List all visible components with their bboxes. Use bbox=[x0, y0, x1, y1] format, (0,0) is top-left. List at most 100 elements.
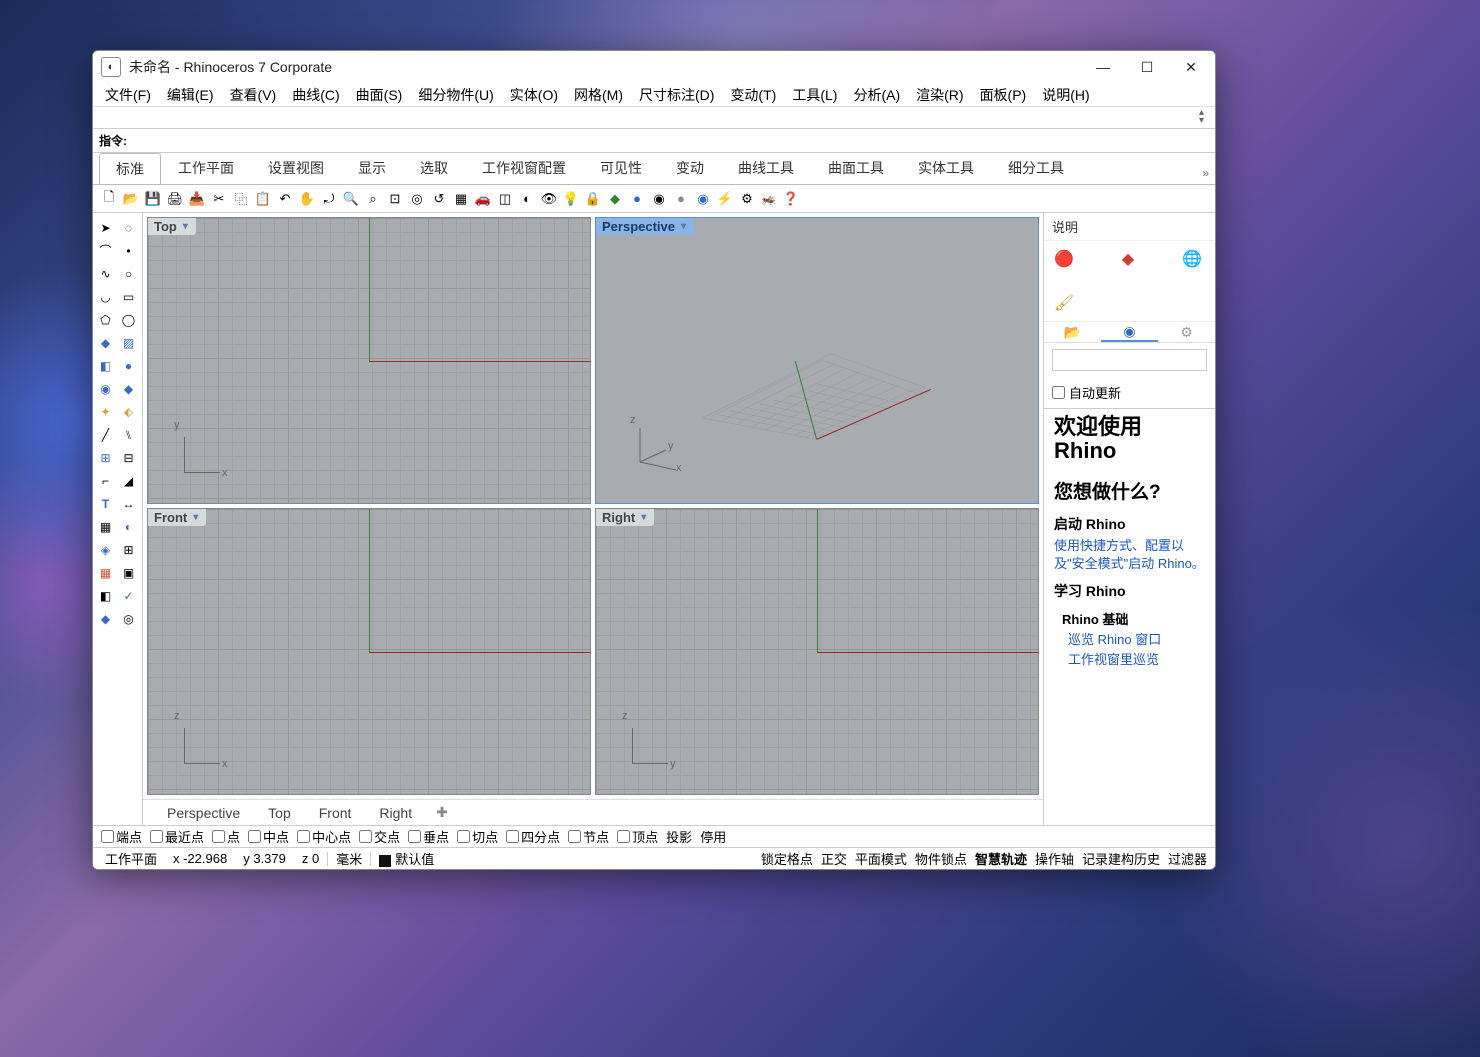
mirror-icon[interactable]: ◐ bbox=[118, 516, 139, 537]
menu-dimension[interactable]: 尺寸标注(D) bbox=[631, 83, 722, 107]
toggle-gridsnap[interactable]: 锁定格点 bbox=[757, 849, 817, 868]
cut-icon[interactable]: ✂ bbox=[209, 189, 229, 209]
osnap-point[interactable]: 点 bbox=[212, 827, 240, 846]
menu-transform[interactable]: 变动(T) bbox=[722, 83, 784, 107]
osnap-knot[interactable]: 节点 bbox=[568, 827, 609, 846]
osnap-int[interactable]: 交点 bbox=[359, 827, 400, 846]
help-link-tour[interactable]: 巡览 Rhino 窗口 bbox=[1044, 630, 1215, 650]
toggle-filter[interactable]: 过滤器 bbox=[1164, 849, 1211, 868]
arc-icon[interactable]: ◡ bbox=[95, 286, 116, 307]
tab-surface-tools[interactable]: 曲面工具 bbox=[811, 153, 901, 184]
viewport-front[interactable]: z x Front ▾ bbox=[147, 508, 591, 795]
pan-icon[interactable]: ✋ bbox=[297, 189, 317, 209]
chevron-down-icon[interactable]: ▾ bbox=[641, 512, 646, 523]
layers-icon[interactable]: ◆ bbox=[605, 189, 625, 209]
chevron-down-icon[interactable]: ▾ bbox=[183, 221, 188, 232]
light-icon[interactable]: 💡 bbox=[561, 189, 581, 209]
block-icon[interactable]: ▣ bbox=[118, 562, 139, 583]
car-icon[interactable]: 🚗 bbox=[473, 189, 493, 209]
layers-panel-icon[interactable]: ◆ bbox=[1116, 247, 1140, 271]
viewport-right[interactable]: z y Right ▾ bbox=[595, 508, 1039, 795]
help-link-start[interactable]: 使用快捷方式、配置以及"安全模式"启动 Rhino。 bbox=[1044, 536, 1215, 573]
menu-analyze[interactable]: 分析(A) bbox=[845, 83, 908, 107]
menu-edit[interactable]: 编辑(E) bbox=[159, 83, 222, 107]
history-scroll[interactable]: ▴▾ bbox=[1199, 109, 1211, 125]
viewport-label-front[interactable]: Front ▾ bbox=[148, 509, 206, 526]
viewport-label-perspective[interactable]: Perspective ▾ bbox=[596, 218, 694, 235]
tab-overflow[interactable]: » bbox=[1196, 162, 1215, 184]
properties-icon[interactable]: ● bbox=[627, 189, 647, 209]
explode-icon[interactable]: ✦ bbox=[95, 401, 116, 422]
toggle-smarttrack[interactable]: 智慧轨迹 bbox=[971, 849, 1031, 868]
toggle-planar[interactable]: 平面模式 bbox=[851, 849, 911, 868]
cylinder-icon[interactable]: ◉ bbox=[95, 378, 116, 399]
curve-icon[interactable]: ∿ bbox=[95, 263, 116, 284]
add-viewport-tab[interactable]: ✚ bbox=[426, 802, 458, 823]
grid-icon[interactable]: ⊞ bbox=[118, 539, 139, 560]
tab-display[interactable]: 显示 bbox=[341, 153, 403, 184]
viewport-top[interactable]: y x Top ▾ bbox=[147, 217, 591, 504]
viewport-tab-right[interactable]: Right bbox=[365, 803, 426, 823]
array-icon[interactable]: ▦ bbox=[95, 516, 116, 537]
tab-visibility[interactable]: 可见性 bbox=[583, 153, 659, 184]
osnap-disable[interactable]: 停用 bbox=[700, 827, 726, 846]
help-icon[interactable]: ❓ bbox=[781, 189, 801, 209]
osnap-perp[interactable]: 垂点 bbox=[408, 827, 449, 846]
command-input[interactable] bbox=[129, 129, 1215, 152]
tab-solid-tools[interactable]: 实体工具 bbox=[901, 153, 991, 184]
polygon-icon[interactable]: ⬠ bbox=[95, 309, 116, 330]
toggle-history[interactable]: 记录建构历史 bbox=[1078, 849, 1164, 868]
eraser-icon[interactable]: ◧ bbox=[95, 585, 116, 606]
open-icon[interactable]: 📂 bbox=[121, 189, 141, 209]
tab-transform[interactable]: 变动 bbox=[659, 153, 721, 184]
help-tab-icon[interactable]: ◉ bbox=[1101, 322, 1158, 342]
render-icon[interactable]: ● bbox=[671, 189, 691, 209]
materials-panel-icon[interactable]: 🖌 bbox=[1052, 291, 1076, 315]
undo-view-icon[interactable]: ↺ bbox=[429, 189, 449, 209]
four-view-icon[interactable]: ▦ bbox=[451, 189, 471, 209]
osnap-vertex[interactable]: 顶点 bbox=[617, 827, 658, 846]
lasso-icon[interactable]: ◌ bbox=[118, 217, 139, 238]
menu-file[interactable]: 文件(F) bbox=[97, 83, 159, 107]
viewport-tab-front[interactable]: Front bbox=[305, 803, 366, 823]
help-content[interactable]: 欢迎使用 Rhino 您想做什么? 启动 Rhino 使用快捷方式、配置以及"安… bbox=[1044, 408, 1215, 825]
flash-icon[interactable]: ⚡ bbox=[715, 189, 735, 209]
osnap-near[interactable]: 最近点 bbox=[150, 827, 204, 846]
toggle-ortho[interactable]: 正交 bbox=[817, 849, 851, 868]
help-link-viewport[interactable]: 工作视窗里巡览 bbox=[1044, 650, 1215, 670]
tab-subd-tools[interactable]: 细分工具 bbox=[991, 153, 1081, 184]
status-units[interactable]: 毫米 bbox=[328, 849, 370, 868]
grasshopper-icon[interactable]: 🦗 bbox=[759, 189, 779, 209]
material-icon[interactable]: ◉ bbox=[649, 189, 669, 209]
toggle-gumball[interactable]: 操作轴 bbox=[1031, 849, 1078, 868]
chamfer-icon[interactable]: ◢ bbox=[118, 470, 139, 491]
osnap-tan[interactable]: 切点 bbox=[457, 827, 498, 846]
zoom-selected-icon[interactable]: ◎ bbox=[407, 189, 427, 209]
rotate-view-icon[interactable]: ⤾ bbox=[319, 189, 339, 209]
ungroup-icon[interactable]: ⊟ bbox=[118, 447, 139, 468]
tab-curve-tools[interactable]: 曲线工具 bbox=[721, 153, 811, 184]
menu-help[interactable]: 说明(H) bbox=[1034, 83, 1097, 107]
tab-viewport-layout[interactable]: 工作视窗配置 bbox=[465, 153, 583, 184]
tab-setview[interactable]: 设置视图 bbox=[251, 153, 341, 184]
print-icon[interactable]: 🖨 bbox=[165, 189, 185, 209]
ellipse-icon[interactable]: ◯ bbox=[118, 309, 139, 330]
render-preview-icon[interactable]: ◉ bbox=[693, 189, 713, 209]
viewport-tab-top[interactable]: Top bbox=[254, 803, 305, 823]
zoom-icon[interactable]: 🔍 bbox=[341, 189, 361, 209]
status-cplane[interactable]: 工作平面 bbox=[97, 849, 165, 868]
new-icon[interactable]: 🗋 bbox=[99, 189, 119, 209]
menu-tools[interactable]: 工具(L) bbox=[784, 83, 845, 107]
render-panel-icon[interactable]: 🌐 bbox=[1180, 247, 1204, 271]
lock-icon[interactable]: 🔒 bbox=[583, 189, 603, 209]
copy-icon[interactable]: ⿻ bbox=[231, 189, 251, 209]
status-layer[interactable]: 默认值 bbox=[371, 849, 442, 868]
menu-curve[interactable]: 曲线(C) bbox=[284, 83, 347, 107]
set-cplane-icon[interactable]: ◫ bbox=[495, 189, 515, 209]
menu-surface[interactable]: 曲面(S) bbox=[348, 83, 411, 107]
viewport-tab-perspective[interactable]: Perspective bbox=[153, 803, 254, 823]
gear-icon[interactable]: ⚙ bbox=[1158, 322, 1215, 342]
osnap-project[interactable]: 投影 bbox=[666, 827, 692, 846]
options-icon[interactable]: ⚙ bbox=[737, 189, 757, 209]
zoom-extents-icon[interactable]: ⊡ bbox=[385, 189, 405, 209]
